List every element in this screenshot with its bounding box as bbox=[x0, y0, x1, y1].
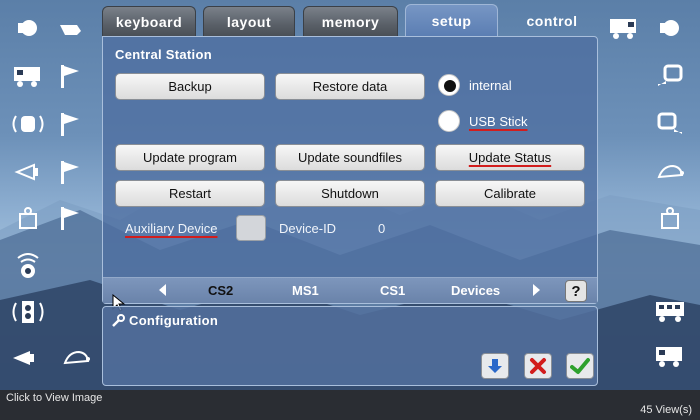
left-toolbar bbox=[0, 0, 100, 390]
horn-icon[interactable] bbox=[4, 340, 44, 376]
wrench-icon bbox=[111, 314, 125, 333]
device-item-devices[interactable]: Devices bbox=[451, 283, 500, 298]
cancel-button[interactable] bbox=[524, 353, 552, 379]
light-icon[interactable] bbox=[650, 10, 690, 46]
update-program-button[interactable]: Update program bbox=[115, 144, 265, 171]
whistle-icon[interactable] bbox=[50, 10, 90, 46]
right-toolbar bbox=[600, 0, 700, 390]
device-id-label: Device-ID bbox=[279, 221, 337, 236]
flag-icon[interactable] bbox=[50, 106, 90, 142]
close-icon bbox=[530, 358, 546, 374]
configuration-title: Configuration bbox=[129, 313, 219, 328]
tab-keyboard[interactable]: keyboard bbox=[102, 6, 196, 36]
tab-setup[interactable]: setup bbox=[405, 4, 498, 36]
device-selector-bar: CS2 MS1 CS1 Devices ? bbox=[103, 277, 597, 303]
next-device-arrow-icon[interactable] bbox=[533, 284, 540, 296]
prev-device-arrow-icon[interactable] bbox=[159, 284, 166, 296]
light-icon[interactable] bbox=[8, 10, 48, 46]
usb-stick-text: USB Stick bbox=[469, 114, 528, 129]
panel-title: Central Station bbox=[115, 47, 212, 62]
restart-button[interactable]: Restart bbox=[115, 180, 265, 207]
view-image-link[interactable]: Click to View Image bbox=[6, 392, 102, 404]
locomotive-icon[interactable] bbox=[650, 338, 690, 374]
turtle-icon[interactable] bbox=[650, 154, 690, 190]
train-car-icon[interactable] bbox=[650, 292, 690, 328]
radio-signal-icon[interactable] bbox=[8, 106, 48, 142]
weight-icon[interactable] bbox=[650, 200, 690, 236]
view-count: 45 View(s) bbox=[640, 404, 692, 416]
flag-icon[interactable] bbox=[50, 154, 90, 190]
internal-radio-label: internal bbox=[469, 78, 512, 93]
internal-radio[interactable] bbox=[438, 74, 460, 96]
coupler-left-icon[interactable] bbox=[650, 58, 690, 94]
locomotive-icon[interactable] bbox=[604, 10, 644, 46]
backup-button[interactable]: Backup bbox=[115, 73, 265, 100]
image-footer: Click to View Image 45 View(s) bbox=[0, 390, 700, 420]
help-button[interactable]: ? bbox=[565, 280, 587, 302]
device-item-cs1[interactable]: CS1 bbox=[380, 283, 405, 298]
sound-icon[interactable] bbox=[8, 246, 48, 282]
download-button[interactable] bbox=[481, 353, 509, 379]
update-soundfiles-button[interactable]: Update soundfiles bbox=[275, 144, 425, 171]
configuration-panel: Configuration bbox=[102, 306, 598, 386]
tab-control[interactable]: control bbox=[510, 6, 594, 36]
device-item-ms1[interactable]: MS1 bbox=[292, 283, 319, 298]
shutdown-button[interactable]: Shutdown bbox=[275, 180, 425, 207]
calibrate-button[interactable]: Calibrate bbox=[435, 180, 585, 207]
restore-data-button[interactable]: Restore data bbox=[275, 73, 425, 100]
update-status-text: Update Status bbox=[468, 150, 552, 165]
update-status-button[interactable]: Update Status bbox=[435, 144, 585, 171]
auxiliary-device-text: Auxiliary Device bbox=[125, 221, 218, 236]
weight-icon[interactable] bbox=[8, 200, 48, 236]
check-icon bbox=[570, 358, 590, 374]
usb-stick-radio-label: USB Stick bbox=[469, 114, 528, 129]
turtle-icon[interactable] bbox=[56, 340, 96, 376]
auxiliary-device-label: Auxiliary Device bbox=[125, 221, 217, 236]
locomotive-icon[interactable] bbox=[8, 58, 48, 94]
coupler-right-icon[interactable] bbox=[650, 106, 690, 142]
flag-icon[interactable] bbox=[50, 200, 90, 236]
device-item-cs2[interactable]: CS2 bbox=[208, 283, 233, 298]
tab-memory[interactable]: memory bbox=[303, 6, 398, 36]
tab-layout[interactable]: layout bbox=[203, 6, 295, 36]
confirm-button[interactable] bbox=[566, 353, 594, 379]
auxiliary-device-toggle[interactable] bbox=[236, 215, 266, 241]
signal-device-icon[interactable] bbox=[8, 294, 48, 330]
setup-panel: Central Station Backup Restore data inte… bbox=[102, 36, 598, 304]
arrow-down-icon bbox=[488, 359, 502, 373]
flag-icon[interactable] bbox=[50, 58, 90, 94]
usb-stick-radio[interactable] bbox=[438, 110, 460, 132]
horn-icon[interactable] bbox=[8, 154, 48, 190]
device-id-value: 0 bbox=[378, 221, 386, 236]
